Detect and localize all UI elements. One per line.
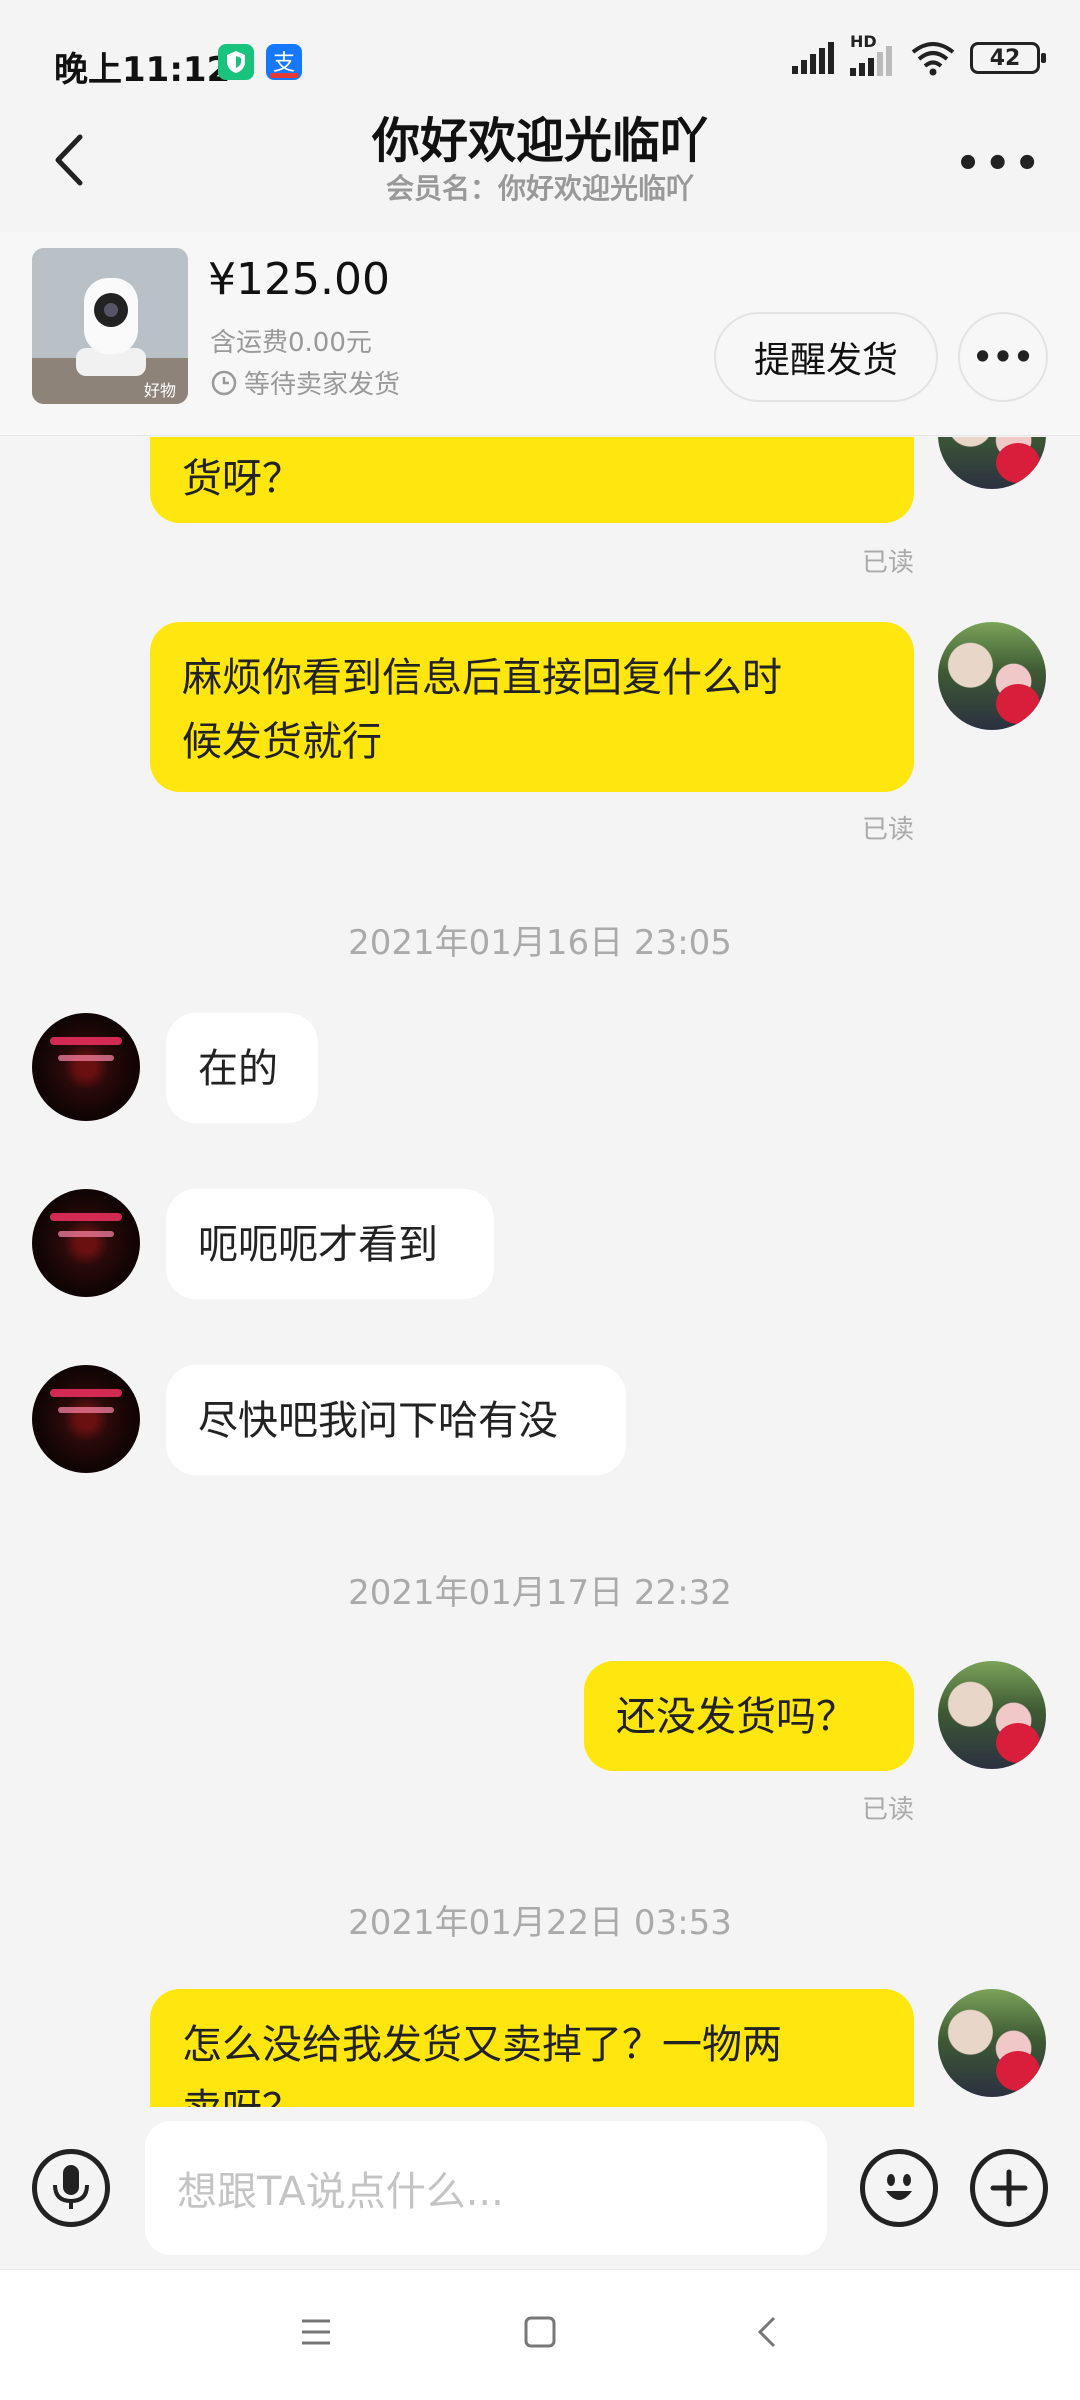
message-bubble-mine[interactable]: 麻烦你看到信息后直接回复什么时 候发货就行 <box>150 622 914 792</box>
status-time: 晚上11:12 <box>54 50 231 90</box>
remind-ship-button[interactable]: 提醒发货 <box>714 312 938 402</box>
signal-icon <box>792 42 834 74</box>
order-status: 等待卖家发货 <box>210 364 400 401</box>
message-input[interactable]: 想跟TA说点什么... <box>145 2121 827 2255</box>
member-name: 会员名：你好欢迎光临吖 <box>385 172 694 205</box>
chat-list[interactable]: 货呀？ 已读 麻烦你看到信息后直接回复什么时 候发货就行 已读 2021年01月… <box>0 437 1080 2107</box>
voice-button[interactable] <box>32 2149 110 2227</box>
order-status-text: 等待卖家发货 <box>244 370 401 400</box>
message-text-line: 候发货就行 <box>182 719 382 765</box>
emoji-button[interactable] <box>860 2149 938 2227</box>
product-card[interactable]: 好物 ¥125.00 含运费0.00元 等待卖家发货 提醒发货 ••• <box>0 232 1080 436</box>
clock-icon <box>211 370 237 395</box>
message-bubble-theirs[interactable]: 尽快吧我问下哈有没 <box>166 1365 626 1475</box>
message-text-line: 麻烦你看到信息后直接回复什么时 <box>182 655 782 701</box>
shield-app-icon <box>218 44 254 80</box>
my-avatar[interactable] <box>938 622 1046 730</box>
message-timestamp: 2021年01月16日 23:05 <box>348 923 732 963</box>
input-bar: 想跟TA说点什么... <box>0 2107 1080 2269</box>
read-receipt: 已读 <box>862 815 915 845</box>
chat-header: 你好欢迎光临吖 会员名：你好欢迎光临吖 ••• <box>0 95 1080 235</box>
product-thumbnail[interactable]: 好物 <box>32 248 188 404</box>
message-bubble-mine[interactable]: 还没发货吗？ <box>584 1661 914 1771</box>
message-text: 还没发货吗？ <box>616 1694 856 1740</box>
product-more-button[interactable]: ••• <box>958 312 1048 402</box>
message-bubble-mine[interactable]: 货呀？ <box>150 437 914 523</box>
product-price: ¥125.00 <box>208 254 390 305</box>
svg-text:好物: 好物 <box>144 381 176 400</box>
message-bubble-mine[interactable]: 怎么没给我发货又卖掉了？一物两 卖呀？ <box>150 1989 914 2107</box>
wifi-icon <box>911 42 955 76</box>
message-bubble-theirs[interactable]: 呃呃呃才看到 <box>166 1189 494 1299</box>
plus-button[interactable] <box>970 2149 1048 2227</box>
alipay-icon: 支 <box>266 44 302 80</box>
message-timestamp: 2021年01月17日 22:32 <box>348 1573 732 1613</box>
emoji-icon <box>886 2174 912 2200</box>
page-title: 你好欢迎光临吖 <box>371 113 708 169</box>
message-text-line: 怎么没给我发货又卖掉了？一物两 <box>182 2022 782 2068</box>
my-avatar[interactable] <box>938 437 1046 489</box>
message-text: 尽快吧我问下哈有没 <box>198 1398 558 1444</box>
message-timestamp: 2021年01月22日 03:53 <box>348 1903 732 1943</box>
read-receipt: 已读 <box>862 1795 915 1825</box>
message-bubble-theirs[interactable]: 在的 <box>166 1013 318 1123</box>
message-input-placeholder: 想跟TA说点什么... <box>177 2169 504 2215</box>
seller-avatar[interactable] <box>32 1013 140 1121</box>
my-avatar[interactable] <box>938 1989 1046 2097</box>
system-nav-bar <box>0 2269 1080 2400</box>
shipping-fee: 含运费0.00元 <box>210 328 372 358</box>
message-text: 呃呃呃才看到 <box>198 1222 438 1268</box>
hd-signal-icon: HD <box>850 32 896 78</box>
more-icon[interactable]: ••• <box>955 141 1044 187</box>
read-receipt: 已读 <box>862 548 915 578</box>
battery-indicator: 42 <box>970 42 1046 74</box>
home-icon[interactable] <box>522 2314 558 2350</box>
message-text: 在的 <box>198 1046 278 1092</box>
my-avatar[interactable] <box>938 1661 1046 1769</box>
plus-icon <box>990 2169 1028 2207</box>
seller-avatar[interactable] <box>32 1365 140 1473</box>
message-text: 货呀？ <box>182 456 302 502</box>
microphone-icon <box>53 2165 89 2209</box>
seller-avatar[interactable] <box>32 1189 140 1297</box>
menu-icon[interactable] <box>298 2314 334 2350</box>
message-text-line: 卖呀？ <box>182 2077 882 2107</box>
svg-text:支: 支 <box>273 51 295 76</box>
back-icon[interactable] <box>750 2314 786 2350</box>
